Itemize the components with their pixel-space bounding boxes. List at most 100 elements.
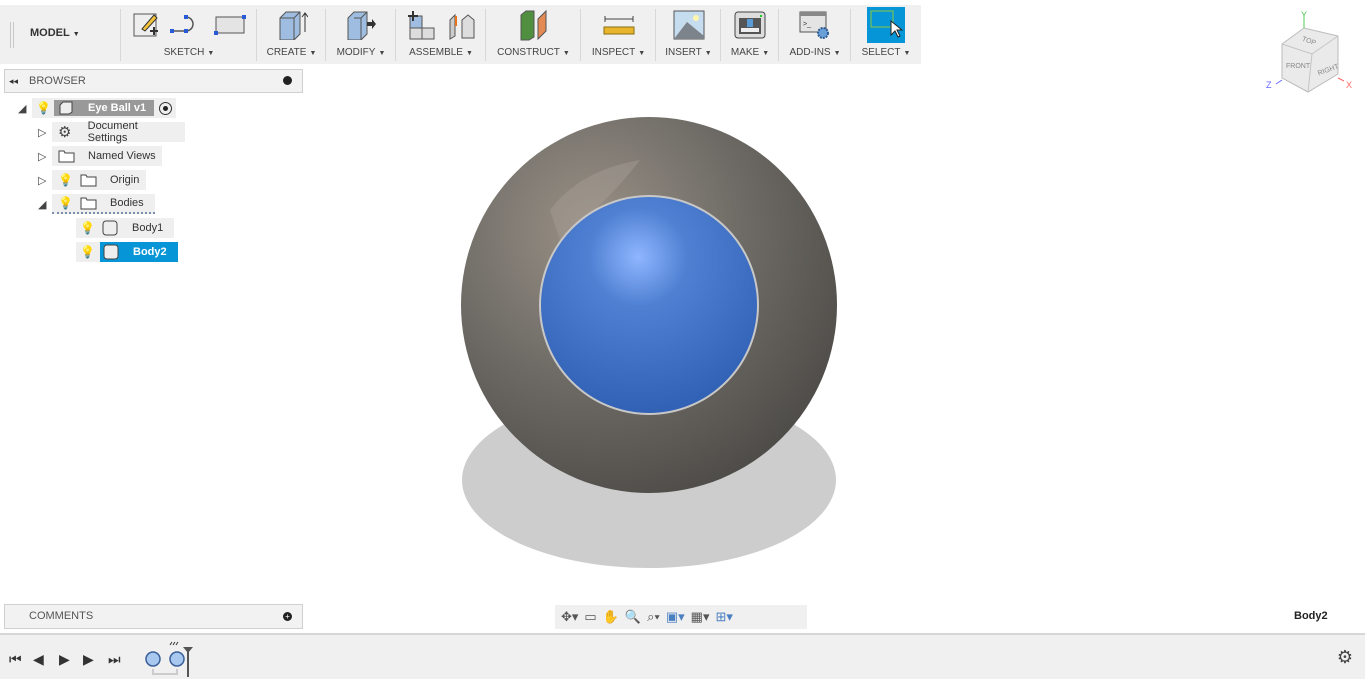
line-arc-icon[interactable] <box>170 13 204 37</box>
insert-group[interactable]: INSERT ▼ <box>657 5 720 64</box>
scripts-icon[interactable]: >_ <box>799 10 831 40</box>
item-label: Bodies <box>110 197 144 209</box>
component-icon <box>59 101 73 115</box>
add-ins-group[interactable]: >_ ADD-INS ▼ <box>780 5 850 64</box>
tree-item-origin[interactable]: ▷ 💡 Origin <box>38 170 146 190</box>
collapsed-arrow-icon[interactable]: ▷ <box>38 150 52 163</box>
rectangle-icon[interactable] <box>214 14 246 36</box>
construct-group[interactable]: CONSTRUCT ▼ <box>487 5 580 64</box>
item-chip: 💡 Bodies <box>52 194 155 214</box>
tree-item-body1[interactable]: 💡 Body1 <box>76 218 174 238</box>
selected-body[interactable]: Body2 <box>100 242 178 262</box>
workspace-switcher[interactable]: MODEL ▼ <box>30 27 80 39</box>
visibility-bulb-icon[interactable]: 💡 <box>58 173 73 187</box>
timeline-settings-gear-icon[interactable]: ⚙ <box>1337 647 1353 668</box>
create-sketch-icon[interactable] <box>132 11 160 39</box>
pan-hand-icon[interactable]: ✋ <box>603 609 619 625</box>
step-back-icon[interactable]: ◀ <box>33 651 44 668</box>
go-to-end-icon[interactable]: ⏭ <box>108 651 121 668</box>
visibility-bulb-icon[interactable]: 💡 <box>36 101 51 115</box>
browser-title: BROWSER <box>29 75 86 87</box>
svg-text:>_: >_ <box>803 21 811 28</box>
inspect-group[interactable]: INSPECT ▼ <box>582 5 655 64</box>
viewports-icon[interactable]: ⊞▾ <box>715 609 732 625</box>
comments-panel-header[interactable]: COMMENTS + <box>4 604 303 629</box>
tree-item-body2[interactable]: 💡 Body2 <box>76 242 178 262</box>
add-comment-icon[interactable]: + <box>283 612 292 621</box>
gear-icon: ⚙ <box>58 124 72 141</box>
timeline-feature-1[interactable] <box>145 651 161 667</box>
new-component-icon[interactable] <box>406 10 436 40</box>
main-toolbar: MODEL ▼ SKETCH ▼ CREATE ▼ MODIFY ▼ ASSEMBLE ▼… <box>0 5 921 64</box>
tree-root[interactable]: ◢ 💡 Eye Ball v1 <box>18 98 177 118</box>
divider <box>850 9 851 61</box>
timeline-features <box>145 641 193 677</box>
expanded-arrow-icon[interactable]: ◢ <box>18 102 32 115</box>
measure-icon[interactable] <box>603 13 635 37</box>
select-label: SELECT <box>861 47 901 58</box>
go-to-start-icon[interactable]: ⏮ <box>9 651 22 668</box>
divider <box>720 9 721 61</box>
divider <box>395 9 396 61</box>
step-forward-icon[interactable]: ▶ <box>83 651 94 668</box>
select-group[interactable]: SELECT ▼ <box>852 5 920 64</box>
minimize-icon[interactable] <box>283 76 292 85</box>
divider <box>120 9 121 61</box>
divider <box>580 9 581 61</box>
visibility-bulb-icon[interactable]: 💡 <box>58 196 73 210</box>
insert-label: INSERT <box>665 47 702 58</box>
tree-item-bodies[interactable]: ◢ 💡 Bodies <box>38 194 155 214</box>
3d-viewport[interactable] <box>440 100 860 580</box>
selection-status: Body2 <box>1294 610 1328 622</box>
orbit-icon[interactable]: ✥▾ <box>561 609 578 625</box>
tree-item-document-settings[interactable]: ▷ ⚙ Document Settings <box>38 120 185 144</box>
grid-icon[interactable]: ▦▾ <box>691 609 710 625</box>
create-group[interactable]: CREATE ▼ <box>258 5 325 64</box>
item-chip: 💡 <box>76 242 100 262</box>
select-icon[interactable] <box>867 7 905 43</box>
sketch-label: SKETCH <box>163 47 205 58</box>
item-label: Named Views <box>88 150 156 162</box>
item-chip: Named Views <box>52 146 162 166</box>
assemble-group[interactable]: ASSEMBLE ▼ <box>397 5 485 64</box>
display-settings-icon[interactable]: ▣▾ <box>666 609 685 625</box>
axis-z-label: Z <box>1266 80 1272 90</box>
visibility-bulb-icon[interactable]: 💡 <box>80 245 95 259</box>
collapsed-arrow-icon[interactable]: ▷ <box>38 174 52 187</box>
expanded-arrow-icon[interactable]: ◢ <box>38 198 52 211</box>
timeline-bar: ⏮ ◀ ▶ ▶ ⏭ ⚙ <box>0 633 1365 679</box>
collapse-panel-icon[interactable]: ◂◂ <box>9 70 18 92</box>
folder-icon <box>58 150 75 162</box>
timeline-feature-2[interactable] <box>169 651 185 667</box>
tree-item-named-views[interactable]: ▷ Named Views <box>38 146 162 166</box>
item-chip: ⚙ Document Settings <box>52 120 185 144</box>
activate-radio-icon[interactable] <box>159 101 173 115</box>
insert-image-icon[interactable] <box>673 10 705 40</box>
zoom-icon[interactable]: 🔍 <box>625 609 641 625</box>
play-icon[interactable]: ▶ <box>59 651 70 668</box>
3d-print-icon[interactable] <box>734 11 766 39</box>
modify-group[interactable]: MODIFY ▼ <box>327 5 395 64</box>
extrude-icon[interactable] <box>276 10 308 40</box>
joint-icon[interactable] <box>446 10 476 40</box>
toolbar-grip[interactable] <box>10 22 14 48</box>
comments-title: COMMENTS <box>29 610 94 622</box>
collapsed-arrow-icon[interactable]: ▷ <box>38 126 52 139</box>
construct-label: CONSTRUCT <box>497 47 560 58</box>
viewcube-front[interactable]: FRONT <box>1286 63 1311 70</box>
sketch-group[interactable]: SKETCH ▼ <box>122 5 256 64</box>
body2-iris[interactable] <box>539 195 759 415</box>
offset-plane-icon[interactable] <box>518 9 550 41</box>
press-pull-icon[interactable] <box>345 10 377 40</box>
look-at-icon[interactable]: ▭ <box>584 609 596 625</box>
item-label: Body1 <box>132 222 164 234</box>
item-label: Origin <box>110 174 140 186</box>
root-component[interactable]: Eye Ball v1 <box>54 100 155 116</box>
fit-icon[interactable]: ⌕▾ <box>647 609 660 625</box>
folder-icon <box>80 174 97 186</box>
make-group[interactable]: MAKE ▼ <box>722 5 778 64</box>
browser-panel-header[interactable]: ◂◂ BROWSER <box>4 69 303 93</box>
item-label: Body2 <box>133 246 167 258</box>
visibility-bulb-icon[interactable]: 💡 <box>80 221 95 235</box>
viewcube[interactable]: TOP FRONT RIGHT Y Z X <box>1262 8 1362 100</box>
